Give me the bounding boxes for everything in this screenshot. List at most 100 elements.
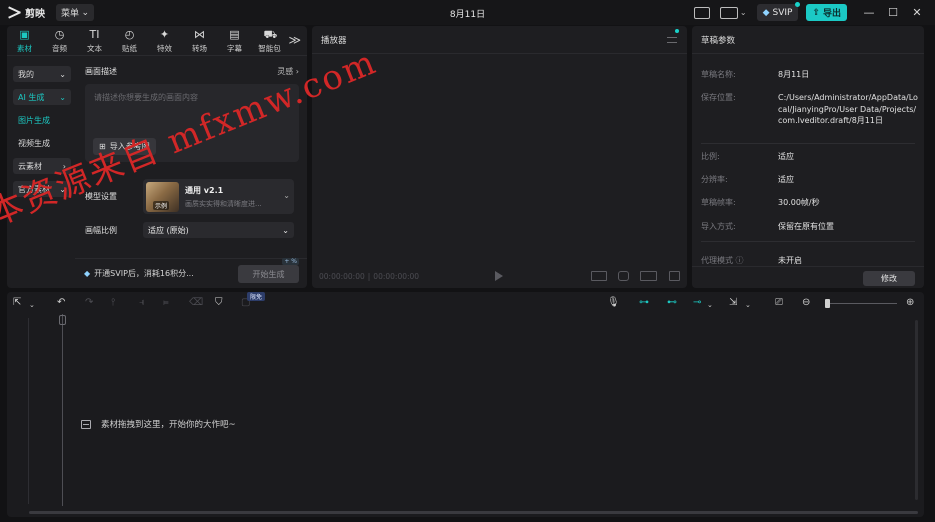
model-settings-row: 模型设置 示例 通用 v2.1 画质实实得和清晰度进... ⌄ <box>85 179 299 214</box>
param-value: C:/Users/Administrator/AppData/Local/Jia… <box>778 93 918 125</box>
tab-label: 智能包 <box>258 44 281 53</box>
edit-button[interactable]: 修改 <box>863 271 915 286</box>
diamond-icon: ◆ <box>762 7 770 18</box>
model-tag: 示例 <box>153 200 170 210</box>
captions-track-icon[interactable]: ⎚ <box>775 298 783 308</box>
chevron-down-icon[interactable]: ⌄ <box>29 300 35 310</box>
fit-view-icon[interactable] <box>591 271 607 281</box>
inspiration-link[interactable]: 灵感 › <box>277 66 299 77</box>
playhead-handle[interactable] <box>59 315 66 325</box>
tab-label: 字幕 <box>227 44 242 53</box>
split-right-icon[interactable]: ⫢ <box>163 298 169 308</box>
sidebar-item-image-gen[interactable]: 图片生成 <box>13 112 71 128</box>
shield-icon[interactable]: ⛉ <box>215 298 223 308</box>
app-logo: 剪映 <box>8 5 45 20</box>
menu-icon[interactable] <box>667 37 677 43</box>
auto-snap-icon[interactable]: ⊷ <box>667 298 677 308</box>
undo-icon[interactable]: ↶ <box>57 298 65 308</box>
param-key: 代理模式 ⓘ <box>701 256 744 265</box>
layout-icon[interactable] <box>719 6 738 19</box>
free-badge: 限免 <box>247 292 266 301</box>
sidebar-item-mine[interactable]: 我的 ⌄ <box>13 66 71 82</box>
ratio-value: 适应 (原始) <box>148 225 189 235</box>
tab-effects[interactable]: ✦ 特效 <box>147 29 182 54</box>
export-icon: ⇪ <box>812 7 820 18</box>
notification-dot <box>675 29 679 33</box>
prompt-input[interactable]: 请描述你想要生成的画面内容 ⊞ 导入参考图 <box>85 84 299 162</box>
more-tools-icon[interactable]: ≫ <box>288 33 301 47</box>
zoom-slider-track[interactable] <box>829 303 897 304</box>
tab-text[interactable]: TI 文本 <box>77 29 112 54</box>
media-panel: ▣ 素材 ◷ 音频 TI 文本 ◴ 贴纸 ✦ 特效 ⋈ 转场 ▤ 字幕 ⛟ 智能… <box>7 26 307 288</box>
tab-audio[interactable]: ◷ 音频 <box>42 29 77 54</box>
sidebar-item-ai-gen[interactable]: AI 生成 ⌄ <box>13 89 71 105</box>
main-track-magnet-icon[interactable]: ⊶ <box>639 298 649 308</box>
crop-icon[interactable] <box>618 271 629 281</box>
minimize-button[interactable]: — <box>857 6 881 19</box>
select-cursor-icon[interactable]: ⇱ <box>13 298 21 308</box>
menu-button[interactable]: 菜单 ⌄ <box>56 4 94 21</box>
aspect-ratio-icon[interactable] <box>640 271 657 281</box>
player-panel: 播放器 00:00:00:00 | 00:00:00:00 <box>312 26 687 288</box>
import-reference-button[interactable]: ⊞ 导入参考图 <box>93 138 156 155</box>
horizontal-scrollbar[interactable] <box>29 511 918 514</box>
chevron-down-icon[interactable]: ⌄ <box>745 300 751 310</box>
svip-button[interactable]: ◆ SVIP <box>756 2 801 21</box>
split-left-icon[interactable]: ⫣ <box>139 298 145 308</box>
sidebar-item-official[interactable]: 官方素材 ⌄ <box>13 181 71 197</box>
tab-sticker[interactable]: ◴ 贴纸 <box>112 29 147 54</box>
draft-params-title: 草稿参数 <box>692 26 924 54</box>
play-icon[interactable] <box>495 271 503 281</box>
media-icon: ▣ <box>19 28 30 41</box>
fullscreen-icon[interactable] <box>669 271 680 281</box>
title-bar: 剪映 菜单 ⌄ 8月11日 ⌄ ◆ SVIP ⇪ 导出 — ☐ ✕ <box>0 0 935 25</box>
sidebar-item-video-gen[interactable]: 视频生成 <box>13 135 71 151</box>
maximize-button[interactable]: ☐ <box>881 6 905 19</box>
tool-tabs: ▣ 素材 ◷ 音频 TI 文本 ◴ 贴纸 ✦ 特效 ⋈ 转场 ▤ 字幕 ⛟ 智能… <box>7 26 307 56</box>
chevron-down-icon[interactable]: ⌄ <box>740 8 747 17</box>
zoom-in-icon[interactable]: ⊕ <box>906 298 914 308</box>
media-sidebar: 我的 ⌄ AI 生成 ⌄ 图片生成 视频生成 云素材 › 官方素材 ⌄ <box>13 66 71 204</box>
playhead-line[interactable] <box>62 314 63 506</box>
time-separator: | <box>367 271 371 281</box>
delete-icon[interactable]: ⌫ <box>189 298 203 308</box>
split-icon[interactable]: ⫯ <box>111 298 115 308</box>
model-selector[interactable]: 示例 通用 v2.1 画质实实得和清晰度进... ⌄ <box>143 179 294 214</box>
import-reference-label: 导入参考图 <box>109 142 150 151</box>
ratio-row: 画幅比例 适应 (原始) ⌄ <box>85 222 299 238</box>
timeline-panel: ⇱ ⌄ ↶ ↷ ⫯ ⫣ ⫢ ⌫ ⛉ ▢ 限免 🎙 ⊶ ⊷ ⊸ ⌄ ⇲ ⌄ ⎚ ⊖… <box>7 292 924 517</box>
ratio-select[interactable]: 适应 (原始) ⌄ <box>143 222 294 238</box>
redo-icon[interactable]: ↷ <box>85 298 93 308</box>
tab-label: 文本 <box>87 44 102 53</box>
zoom-slider-handle[interactable] <box>825 299 830 308</box>
chevron-down-icon[interactable]: ⌄ <box>707 300 713 310</box>
export-button[interactable]: ⇪ 导出 <box>806 4 847 21</box>
vertical-scrollbar[interactable] <box>915 320 918 500</box>
microphone-icon[interactable]: 🎙 <box>607 298 620 308</box>
svip-promo[interactable]: ◆ 开通SVIP后，消耗16积分... <box>84 268 194 279</box>
close-button[interactable]: ✕ <box>905 6 929 19</box>
tab-media[interactable]: ▣ 素材 <box>7 29 42 54</box>
timeline-toolbar: ⇱ ⌄ ↶ ↷ ⫯ ⫣ ⫢ ⌫ ⛉ ▢ 限免 🎙 ⊶ ⊷ ⊸ ⌄ ⇲ ⌄ ⎚ ⊖… <box>7 292 924 314</box>
generate-label: 开始生成 <box>252 269 285 279</box>
preview-axis-icon[interactable]: ⇲ <box>729 298 737 308</box>
chevron-down-icon: ⌄ <box>81 7 89 18</box>
shortcut-keyboard-icon[interactable] <box>693 6 710 19</box>
app-name: 剪映 <box>25 9 45 20</box>
tab-label: 转场 <box>192 44 207 53</box>
text-icon: TI <box>89 28 100 41</box>
sidebar-item-cloud[interactable]: 云素材 › <box>13 158 71 174</box>
param-value: 适应 <box>778 175 794 184</box>
image-add-icon: ⊞ <box>99 142 106 151</box>
generate-button[interactable]: 开始生成 <box>238 265 299 283</box>
zoom-out-icon[interactable]: ⊖ <box>802 298 810 308</box>
tab-caption[interactable]: ▤ 字幕 <box>217 29 252 54</box>
param-key: 草稿名称: <box>701 70 736 79</box>
player-controls: 00:00:00:00 | 00:00:00:00 <box>312 264 687 288</box>
sidebar-item-label: 我的 <box>18 69 34 79</box>
prompt-label: 画面描述 <box>85 67 117 76</box>
param-key: 导入方式: <box>701 222 736 231</box>
tab-transition[interactable]: ⋈ 转场 <box>182 29 217 54</box>
tab-smart-pack[interactable]: ⛟ 智能包 <box>252 29 287 54</box>
linkage-icon[interactable]: ⊸ <box>693 298 701 308</box>
